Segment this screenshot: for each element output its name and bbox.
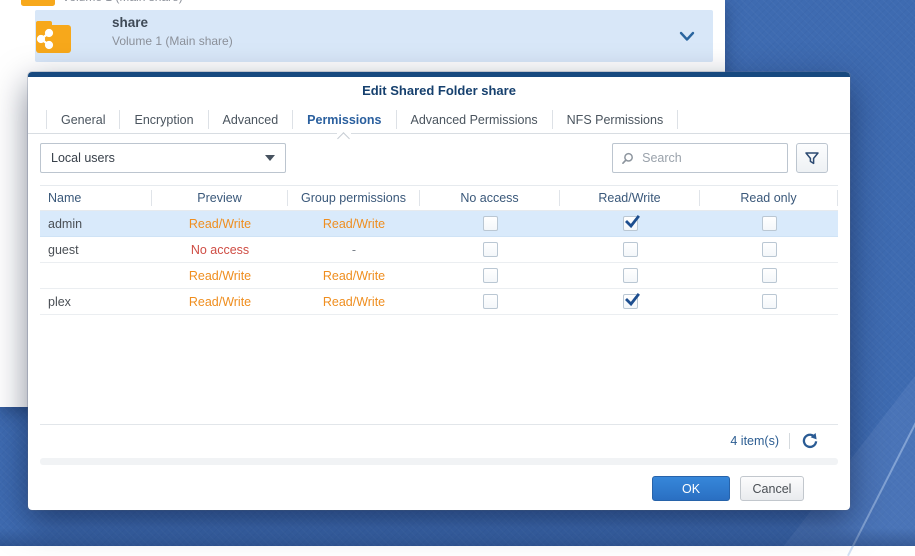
tab-nfs-permissions[interactable]: NFS Permissions [551,110,679,129]
refresh-button[interactable] [800,431,820,451]
checkbox-read-only[interactable] [761,268,777,283]
cancel-button[interactable]: Cancel [740,476,804,501]
folder-icon [21,0,55,6]
group-permissions-cell: - [351,242,357,257]
footer-info: 4 item(s) [730,430,820,452]
shared-folder-list-item-share[interactable]: share Volume 1 (Main share) [35,10,713,62]
filter-button[interactable] [796,143,828,173]
footer-separator [40,424,838,425]
checkbox-cell-read-write [560,242,700,257]
user-type-dropdown[interactable]: Local users [40,143,286,173]
tab-encryption[interactable]: Encryption [119,110,207,129]
checkbox-cell-read-only [700,216,838,231]
tab-general[interactable]: General [46,110,119,129]
checkbox-read-only[interactable] [761,294,777,309]
preview-cell: Read/Write [188,216,252,231]
ok-button[interactable]: OK [652,476,730,501]
chevron-down-icon[interactable] [679,31,695,42]
search-icon [622,152,633,164]
caret-down-icon [265,155,275,161]
search-input[interactable] [640,150,779,166]
table-header-row: Name Preview Group permissions No access Rea… [40,185,838,211]
table-row[interactable]: guest No access - [40,237,838,263]
footer-divider [789,433,790,449]
tab-bar: General Encryption Advanced Permissions Adva… [28,105,850,145]
user-name-cell: plex [48,294,71,309]
checkbox-read-write[interactable] [622,242,638,257]
column-header-read-only[interactable]: Read only [700,190,838,206]
checkbox-cell-read-write [560,293,700,309]
desktop-bottom-shade [0,528,915,546]
checkbox-no-access[interactable] [482,294,498,309]
checkbox-cell-read-write [560,268,700,283]
checkbox-read-write-checked[interactable] [622,293,640,309]
tab-advanced[interactable]: Advanced [207,110,293,129]
tab-advanced-permissions[interactable]: Advanced Permissions [395,110,552,129]
checkbox-read-write[interactable] [622,268,638,283]
refresh-icon [802,433,818,448]
table-row[interactable]: admin Read/Write Read/Write [40,211,838,237]
checkbox-cell-read-only [700,242,838,257]
table-row[interactable]: Read/Write Read/Write [40,263,838,289]
table-body: admin Read/Write Read/Write guest No access -… [40,211,838,315]
checkbox-cell-read-only [700,268,838,283]
checkbox-read-write-checked[interactable] [622,215,640,231]
column-header-preview[interactable]: Preview [152,190,288,206]
group-permissions-cell: Read/Write [322,268,386,283]
preview-cell: No access [190,242,250,257]
folder-title: share [112,15,149,30]
folder-subtitle: Volume 1 (Main share) [62,0,183,4]
dialog-title: Edit Shared Folder share [362,83,516,98]
search-box [612,143,788,173]
group-permissions-cell: Read/Write [322,216,386,231]
footer-band [40,458,838,465]
edit-shared-folder-dialog: Edit Shared Folder share General Encrypti… [28,72,850,510]
user-name-cell: admin [48,216,83,231]
funnel-icon [805,152,819,165]
checkbox-cell-no-access [420,216,560,231]
checkbox-cell-read-write [560,215,700,231]
checkbox-cell-no-access [420,242,560,257]
checkbox-cell-no-access [420,294,560,309]
user-name-cell: guest [48,242,79,257]
folder-subtitle: Volume 1 (Main share) [112,34,233,48]
column-header-read-write[interactable]: Read/Write [560,190,700,206]
checkbox-read-only[interactable] [761,216,777,231]
shared-folder-icon [36,21,71,53]
permissions-table: Name Preview Group permissions No access Rea… [40,185,838,315]
checkbox-no-access[interactable] [482,216,498,231]
checkbox-cell-read-only [700,294,838,309]
group-permissions-cell: Read/Write [322,294,386,309]
tab-permissions[interactable]: Permissions [292,110,395,129]
checkbox-no-access[interactable] [482,268,498,283]
user-type-dropdown-value: Local users [51,151,115,165]
preview-cell: Read/Write [188,268,252,283]
desktop-background: Volume 1 (Main share) share Volume 1 (Ma… [0,0,915,556]
checkbox-cell-no-access [420,268,560,283]
checkbox-read-only[interactable] [761,242,777,257]
item-count: 4 item(s) [730,434,779,448]
column-header-name[interactable]: Name [40,190,152,206]
column-header-no-access[interactable]: No access [420,190,560,206]
preview-cell: Read/Write [188,294,252,309]
table-row[interactable]: plex Read/Write Read/Write [40,289,838,315]
column-header-group-permissions[interactable]: Group permissions [288,190,420,206]
checkbox-no-access[interactable] [482,242,498,257]
